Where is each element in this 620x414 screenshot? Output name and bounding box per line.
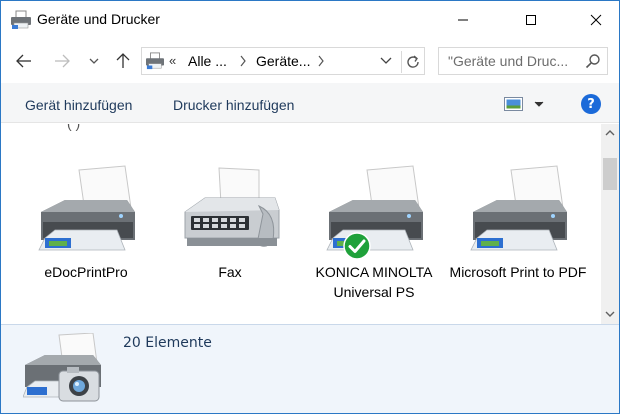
scroll-thumb[interactable] — [603, 158, 617, 190]
printer-icon — [326, 165, 423, 251]
devices-list: ( ) eDocPrintPro — [1, 124, 601, 324]
search-icon[interactable] — [585, 53, 601, 69]
close-icon — [590, 14, 602, 26]
item-count: 20 Elemente — [123, 335, 212, 351]
chevron-down-icon[interactable] — [380, 56, 392, 66]
minimize-button[interactable] — [440, 1, 486, 39]
device-label: eDocPrintPro — [44, 264, 128, 280]
default-check-icon — [343, 232, 371, 260]
printer-icon — [470, 165, 567, 251]
refresh-button[interactable] — [401, 51, 423, 73]
fax-icon — [184, 167, 280, 247]
vertical-scrollbar[interactable] — [601, 124, 619, 324]
command-bar: Gerät hinzufügen Drucker hinzufügen ? — [1, 83, 619, 123]
chevron-down-icon — [89, 58, 99, 64]
recent-locations-button[interactable] — [83, 50, 105, 72]
chevron-up-icon — [605, 130, 615, 136]
details-pane: 20 Elemente — [1, 324, 619, 413]
device-label: Fax — [218, 264, 242, 280]
device-item[interactable]: Microsoft Print to PDF — [447, 164, 589, 324]
address-bar[interactable]: « Alle ... Geräte... — [141, 47, 425, 75]
devices-printers-icon — [146, 52, 164, 70]
title-bar: Geräte und Drucker — [1, 1, 619, 39]
minimize-icon — [458, 19, 468, 21]
printer-camera-icon — [23, 333, 101, 402]
help-button[interactable]: ? — [581, 94, 601, 114]
chevron-down-icon — [605, 311, 615, 317]
address-segment-all[interactable]: Alle ... — [188, 53, 227, 69]
chevron-right-icon[interactable] — [238, 54, 248, 68]
devices-and-printers-window: Geräte und Drucker « Alle ... Geräte... … — [0, 0, 620, 414]
address-segment-devices[interactable]: Geräte... — [256, 53, 310, 69]
search-box[interactable] — [438, 47, 608, 75]
forward-button[interactable] — [51, 50, 73, 72]
back-button[interactable] — [13, 50, 35, 72]
add-device-button[interactable]: Gerät hinzufügen — [25, 97, 132, 113]
arrow-right-icon — [55, 54, 70, 68]
refresh-icon — [406, 55, 419, 68]
printer-icon — [38, 165, 135, 251]
device-label: Microsoft Print to PDF — [449, 264, 587, 280]
device-item[interactable]: KONICA MINOLTA Universal PS — [303, 164, 445, 324]
device-item[interactable]: Fax — [159, 164, 301, 324]
address-overflow-button[interactable]: « — [169, 53, 176, 68]
up-button[interactable] — [112, 50, 134, 72]
maximize-icon — [526, 15, 536, 25]
search-input[interactable] — [439, 48, 585, 74]
window-title: Geräte und Drucker — [37, 11, 160, 27]
device-item[interactable]: eDocPrintPro — [15, 164, 157, 324]
view-options-icon[interactable] — [504, 96, 548, 112]
close-button[interactable] — [573, 1, 619, 39]
scroll-up-button[interactable] — [601, 124, 619, 142]
arrow-up-icon — [116, 53, 130, 68]
chevron-right-icon[interactable] — [316, 54, 326, 68]
group-header-cut: ( ) — [67, 124, 80, 131]
devices-printers-icon — [11, 10, 31, 29]
navigation-bar: « Alle ... Geräte... — [1, 39, 619, 83]
arrow-left-icon — [16, 54, 31, 68]
add-printer-button[interactable]: Drucker hinzufügen — [173, 97, 294, 113]
device-label: KONICA MINOLTA Universal PS — [315, 264, 433, 300]
maximize-button[interactable] — [508, 1, 554, 39]
scroll-down-button[interactable] — [601, 305, 619, 323]
